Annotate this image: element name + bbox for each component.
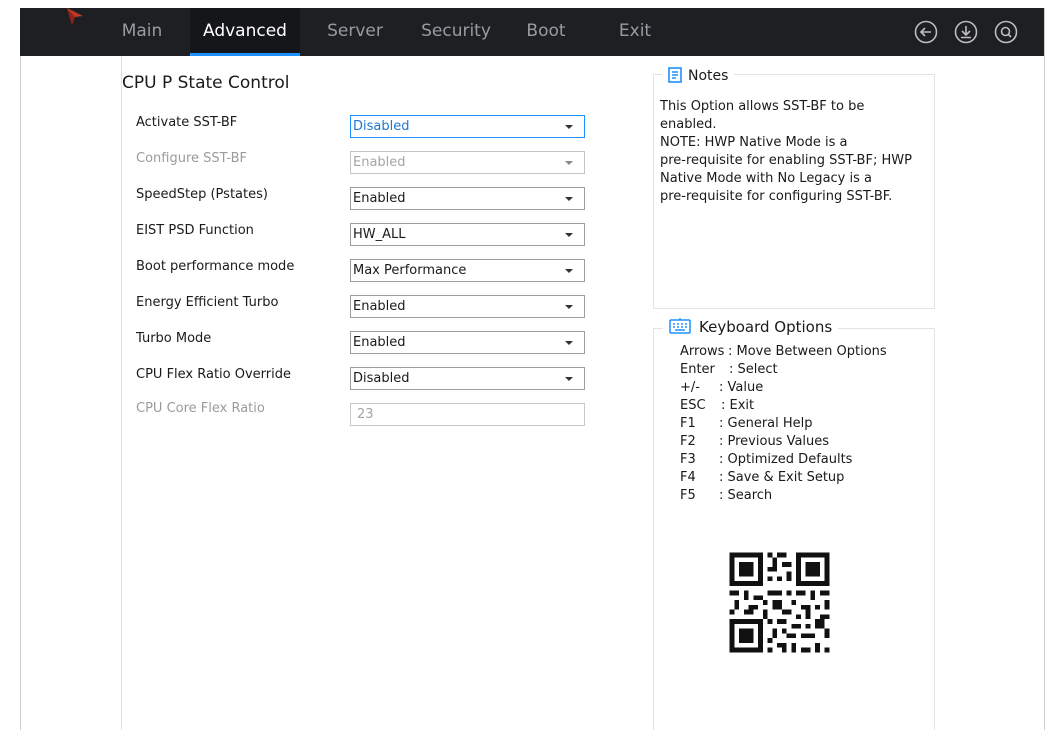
kb-row-arrows: Arrows: Move Between Options — [680, 344, 887, 359]
content-divider — [121, 56, 122, 730]
kb-row-f4: F4 : Save & Exit Setup — [680, 470, 844, 485]
kb-key: +/- — [680, 380, 700, 395]
tab-boot-label: Boot — [526, 21, 566, 41]
configure-sst-bf-select: Enabled — [350, 151, 585, 174]
chevron-down-icon — [565, 233, 573, 237]
notes-line: NOTE: HWP Native Mode is a — [660, 135, 848, 150]
notes-line: pre-requisite for enabling SST-BF; HWP — [660, 153, 912, 168]
download-icon[interactable] — [954, 20, 978, 44]
tab-exit-label: Exit — [618, 21, 652, 41]
keyboard-icon — [669, 318, 691, 334]
kb-desc: : Move Between Options — [728, 344, 887, 359]
chevron-down-icon — [565, 197, 573, 201]
tab-advanced-label: Advanced — [203, 21, 287, 41]
chevron-down-icon — [565, 377, 573, 381]
cpu-flex-ratio-override-select[interactable]: Disabled — [350, 367, 585, 390]
energy-efficient-turbo-select[interactable]: Enabled — [350, 295, 585, 318]
vendor-logo — [67, 8, 83, 25]
notes-line: enabled. — [660, 117, 717, 132]
activate-sst-bf-select[interactable]: Disabled — [350, 115, 585, 138]
kb-key: Arrows — [680, 344, 725, 359]
tab-server[interactable]: Server — [320, 8, 390, 56]
notes-line: pre-requisite for configuring SST-BF. — [660, 189, 893, 204]
active-tab-indicator — [190, 53, 300, 56]
keyboard-panel-title: Keyboard Options — [663, 318, 839, 336]
eist-psd-function-select[interactable]: HW_ALL — [350, 223, 585, 246]
chevron-down-icon — [565, 269, 573, 273]
page-title: CPU P State Control — [122, 73, 290, 93]
kb-key: F3 — [680, 452, 696, 467]
cpu-core-flex-ratio-input: 23 — [350, 403, 585, 426]
tab-exit[interactable]: Exit — [612, 8, 658, 56]
speedstep-select[interactable]: Enabled — [350, 187, 585, 210]
setting-label-energy-efficient-turbo: Energy Efficient Turbo — [136, 295, 279, 310]
select-value: Enabled — [353, 155, 406, 170]
select-value: Enabled — [353, 335, 406, 350]
select-value: HW_ALL — [353, 227, 406, 242]
notes-line: This Option allows SST-BF to be — [660, 99, 865, 114]
select-value: Max Performance — [353, 263, 467, 278]
notes-panel-title: Notes — [662, 67, 735, 84]
tab-advanced[interactable]: Advanced — [190, 8, 300, 56]
kb-desc: : Optimized Defaults — [719, 452, 853, 467]
chevron-down-icon — [565, 341, 573, 345]
kb-row-esc: ESC : Exit — [680, 398, 754, 413]
kb-row-value: +/- : Value — [680, 380, 763, 395]
kb-key: F1 — [680, 416, 696, 431]
notes-title-text: Notes — [688, 68, 729, 84]
notes-text: This Option allows SST-BF to be enabled.… — [660, 98, 922, 206]
setting-label-eist-psd: EIST PSD Function — [136, 223, 254, 238]
tab-boot[interactable]: Boot — [520, 8, 572, 56]
kb-row-f2: F2 : Previous Values — [680, 434, 829, 449]
turbo-mode-select[interactable]: Enabled — [350, 331, 585, 354]
notes-icon — [668, 67, 682, 83]
tab-security[interactable]: Security — [416, 8, 496, 56]
kb-row-f3: F3 : Optimized Defaults — [680, 452, 852, 467]
boot-performance-mode-select[interactable]: Max Performance — [350, 259, 585, 282]
select-value: Enabled — [353, 191, 406, 206]
chevron-down-icon — [565, 305, 573, 309]
setting-label-cpu-flex-ratio-override: CPU Flex Ratio Override — [136, 367, 292, 382]
kb-key: Enter — [680, 362, 715, 377]
kb-key: F5 — [680, 488, 696, 503]
setting-label-configure-sst-bf: Configure SST-BF — [136, 151, 248, 166]
select-value: Disabled — [353, 119, 410, 134]
kb-desc: : Value — [719, 380, 764, 395]
kb-desc: : General Help — [719, 416, 813, 431]
setting-label-boot-performance-mode: Boot performance mode — [136, 259, 295, 274]
keyboard-title-text: Keyboard Options — [699, 318, 833, 336]
kb-key: F2 — [680, 434, 696, 449]
chevron-down-icon — [565, 161, 573, 165]
qr-code — [720, 543, 839, 662]
tab-security-label: Security — [421, 21, 491, 41]
kb-desc: : Previous Values — [719, 434, 830, 449]
select-value: Disabled — [353, 371, 410, 386]
back-arrow-icon[interactable] — [914, 20, 938, 44]
setting-label-activate-sst-bf: Activate SST-BF — [136, 115, 238, 130]
kb-desc: : Exit — [721, 398, 755, 413]
setting-label-cpu-core-flex-ratio: CPU Core Flex Ratio — [136, 401, 265, 416]
kb-key: F4 — [680, 470, 696, 485]
setting-label-speedstep: SpeedStep (Pstates) — [136, 187, 268, 202]
kb-key: ESC — [680, 398, 706, 413]
top-nav-bar: Main Advanced Server Security Boot Exit — [20, 8, 1044, 56]
kb-row-f1: F1 : General Help — [680, 416, 813, 431]
kb-row-f5: F5 : Search — [680, 488, 772, 503]
kb-desc: : Select — [729, 362, 778, 377]
kb-row-enter: Enter : Select — [680, 362, 778, 377]
notes-line: Native Mode with No Legacy is a — [660, 171, 872, 186]
kb-desc: : Search — [719, 488, 773, 503]
input-value: 23 — [357, 407, 374, 422]
tab-server-label: Server — [327, 21, 383, 41]
tab-main-label: Main — [121, 21, 163, 41]
setting-label-turbo-mode: Turbo Mode — [136, 331, 212, 346]
search-icon[interactable] — [994, 20, 1018, 44]
chevron-down-icon — [565, 125, 573, 129]
kb-desc: : Save & Exit Setup — [719, 470, 845, 485]
select-value: Enabled — [353, 299, 406, 314]
tab-main[interactable]: Main — [110, 8, 174, 56]
